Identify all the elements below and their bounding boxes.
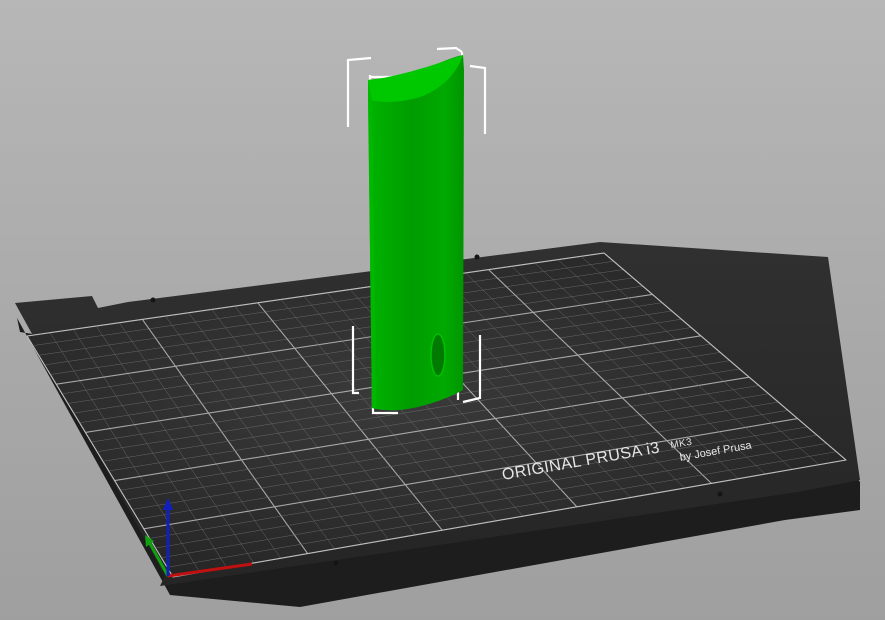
model-hole (430, 333, 446, 377)
model-body[interactable] (368, 55, 464, 411)
model-object[interactable] (368, 55, 464, 411)
plater-3d-viewport[interactable]: ORIGINAL PRUSA i3 MK3 by Josef Prusa (0, 0, 885, 620)
scene-canvas[interactable]: ORIGINAL PRUSA i3 MK3 by Josef Prusa (0, 0, 885, 620)
